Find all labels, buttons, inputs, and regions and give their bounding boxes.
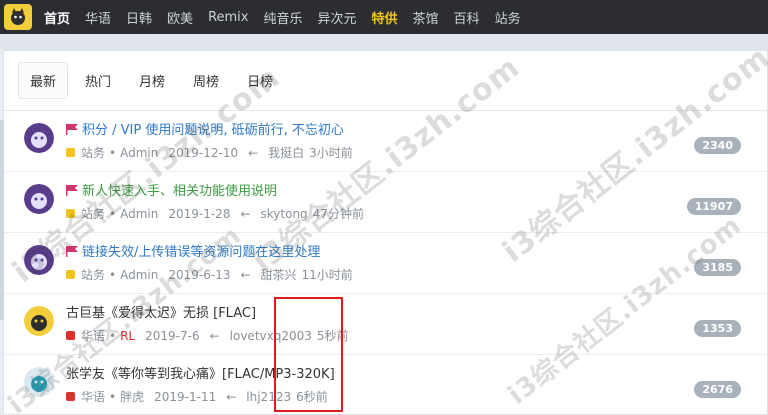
last-reply-time: 3小时前 (309, 146, 353, 160)
reply-arrow-icon: ← (209, 328, 220, 343)
thread-meta: 站务 • Admin 2019-1-28 ← skytong 47分钟前 (66, 205, 364, 222)
category-label[interactable]: 华语 (81, 327, 105, 344)
thread-title[interactable]: 链接失效/上传错误等资源问题在这里处理 (66, 241, 320, 260)
nav-item-jpkr[interactable]: 日韩 (126, 8, 152, 27)
thread-title-text: 积分 / VIP 使用问题说明, 砥砺前行, 不忘初心 (82, 123, 344, 138)
post-date: 2019-12-10 (168, 145, 239, 160)
nav-item-remix[interactable]: Remix (208, 10, 248, 25)
category-label[interactable]: 华语 (81, 388, 105, 405)
top-navigation-bar: 首页 华语 日韩 欧美 Remix 纯音乐 异次元 特供 茶馆 百科 站务 (0, 0, 768, 34)
thread-meta: 站务 • Admin 2019-6-13 ← 甜茶兴 11小时前 (66, 266, 353, 283)
last-reply-user[interactable]: skytong (261, 207, 308, 221)
highlight-box (274, 297, 343, 412)
tab-weekly[interactable]: 周榜 (182, 63, 230, 98)
thread-row[interactable]: 积分 / VIP 使用问题说明, 砥砺前行, 不忘初心 站务 • Admin 2019-… (4, 111, 767, 172)
avatar[interactable] (24, 367, 54, 397)
pinned-flag-icon (66, 246, 78, 257)
thread-title-text: 新人快速入手、相关功能使用说明 (82, 184, 278, 199)
last-reply-user[interactable]: 我挺白 (268, 144, 304, 161)
nav-item-acg[interactable]: 异次元 (318, 8, 357, 27)
background-strip (0, 34, 768, 50)
nav-item-chinese[interactable]: 华语 (85, 8, 111, 27)
reply-count-badge: 2676 (694, 381, 741, 398)
avatar[interactable] (24, 123, 54, 153)
reply-arrow-icon: ← (240, 267, 251, 282)
post-date: 2019-7-6 (145, 328, 200, 343)
reply-arrow-icon: ← (248, 145, 259, 160)
author-name[interactable]: Admin (120, 268, 158, 282)
thread-row[interactable]: 新人快速入手、相关功能使用说明 站务 • Admin 2019-1-28 ← skytong… (4, 172, 767, 233)
category-label[interactable]: 站务 (81, 205, 105, 222)
thread-row[interactable]: 张学友《等你等到我心痛》[FLAC/MP3-320K] 华语 • 胖虎 2019-1-1… (4, 355, 767, 415)
pinned-flag-icon (66, 185, 78, 196)
nav-item-western[interactable]: 欧美 (167, 8, 193, 27)
thread-title-text: 古巨基《爱得太迟》无损 [FLAC] (66, 306, 257, 321)
last-reply-time: 47分钟前 (312, 207, 364, 221)
nav-item-teahouse[interactable]: 茶馆 (413, 8, 439, 27)
category-label[interactable]: 站务 (81, 144, 105, 161)
category-color-icon (66, 148, 75, 157)
reply-count-badge: 2340 (694, 137, 741, 154)
avatar[interactable] (24, 245, 54, 275)
thread-meta: 站务 • Admin 2019-12-10 ← 我挺白 3小时前 (66, 144, 353, 161)
reply-count-badge: 11907 (686, 198, 741, 215)
avatar[interactable] (24, 306, 54, 336)
last-reply-user[interactable]: 甜茶兴 (261, 266, 297, 283)
thread-title[interactable]: 积分 / VIP 使用问题说明, 砥砺前行, 不忘初心 (66, 119, 344, 138)
category-color-icon (66, 270, 75, 279)
thread-row[interactable]: 链接失效/上传错误等资源问题在这里处理 站务 • Admin 2019-6-13 ← 甜茶兴… (4, 233, 767, 294)
category-color-icon (66, 209, 75, 218)
tab-monthly[interactable]: 月榜 (128, 63, 176, 98)
thread-title[interactable]: 古巨基《爱得太迟》无损 [FLAC] (66, 302, 256, 321)
thread-row[interactable]: 古巨基《爱得太迟》无损 [FLAC] 华语 • RL 2019-7-6 ← lovetvxq… (4, 294, 767, 355)
category-color-icon (66, 392, 75, 401)
nav-item-instrumental[interactable]: 纯音乐 (263, 8, 302, 27)
tab-daily[interactable]: 日榜 (236, 63, 284, 98)
tab-hot[interactable]: 热门 (74, 63, 122, 98)
category-label[interactable]: 站务 (81, 266, 105, 283)
nav-item-home[interactable]: 首页 (44, 8, 70, 27)
author-name[interactable]: Admin (120, 207, 158, 221)
pinned-flag-icon (66, 124, 78, 135)
reply-arrow-icon: ← (226, 389, 237, 404)
post-date: 2019-1-28 (168, 206, 231, 221)
sort-tabs: 最新 热门 月榜 周榜 日榜 (4, 51, 767, 111)
reply-arrow-icon: ← (240, 206, 251, 221)
tab-latest[interactable]: 最新 (18, 62, 69, 99)
nav-item-site-affairs[interactable]: 站务 (495, 8, 521, 27)
thread-title[interactable]: 新人快速入手、相关功能使用说明 (66, 180, 277, 199)
last-reply-time: 11小时前 (301, 268, 353, 282)
nav-item-wiki[interactable]: 百科 (454, 8, 480, 27)
reply-count-badge: 3185 (694, 259, 741, 276)
author-name[interactable]: 胖虎 (120, 388, 144, 405)
category-color-icon (66, 331, 75, 340)
reply-count-badge: 1353 (694, 320, 741, 337)
thread-title-text: 链接失效/上传错误等资源问题在这里处理 (82, 245, 321, 260)
cat-logo-icon (11, 8, 25, 25)
nav-item-special[interactable]: 特供 (372, 8, 398, 27)
site-logo[interactable] (4, 4, 32, 30)
post-date: 2019-1-11 (154, 389, 217, 404)
author-name[interactable]: Admin (120, 146, 158, 160)
avatar[interactable] (24, 184, 54, 214)
post-date: 2019-6-13 (168, 267, 231, 282)
author-name[interactable]: RL (120, 329, 135, 343)
